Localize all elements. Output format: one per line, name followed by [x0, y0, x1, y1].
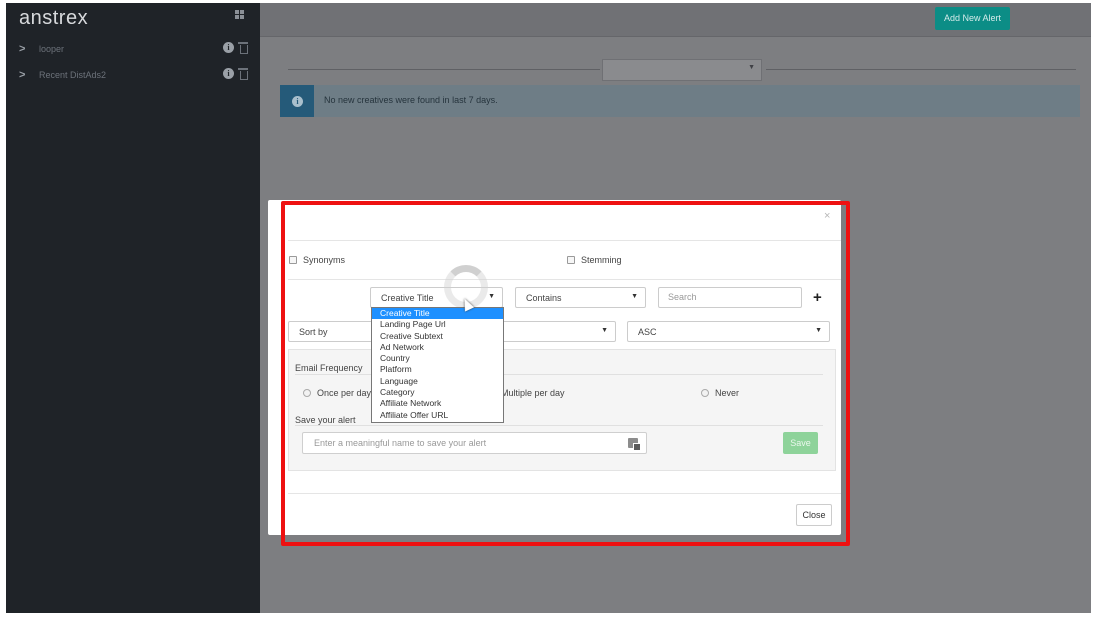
caret-down-icon: ▼ — [815, 327, 822, 334]
email-frequency-title: Email Frequency — [295, 363, 363, 373]
dropdown-option[interactable]: Country — [372, 353, 503, 364]
info-icon[interactable]: i — [223, 42, 234, 53]
dropdown-option[interactable]: Creative Subtext — [372, 331, 503, 342]
stemming-label: Stemming — [581, 255, 622, 265]
top-bar: Add New Alert — [260, 3, 1091, 37]
sidebar: anstrex > looper i > Recent DistAds2 i — [6, 3, 260, 613]
close-icon[interactable]: × — [824, 210, 830, 222]
caret-down-icon: ▼ — [488, 293, 495, 300]
chevron-right-icon: > — [19, 43, 26, 55]
field-select-value: Creative Title — [381, 293, 434, 303]
info-icon: i — [292, 96, 303, 107]
trash-icon[interactable] — [238, 42, 248, 54]
add-new-alert-button[interactable]: Add New Alert — [935, 7, 1010, 30]
dropdown-option[interactable]: Landing Page Url — [372, 319, 503, 330]
once-per-day-label: Once per day — [317, 388, 372, 398]
stemming-checkbox[interactable] — [567, 256, 575, 264]
order-value: ASC — [638, 327, 657, 337]
order-select[interactable]: ASC ▼ — [627, 321, 830, 342]
divider — [295, 425, 823, 426]
trash-icon[interactable] — [238, 68, 248, 80]
divider — [766, 69, 1076, 70]
synonyms-checkbox[interactable] — [289, 256, 297, 264]
info-notice: i No new creatives were found in last 7 … — [280, 85, 1080, 117]
notice-icon-box: i — [280, 85, 314, 117]
operator-select-value: Contains — [526, 293, 562, 303]
notice-text: No new creatives were found in last 7 da… — [324, 95, 498, 105]
sidebar-item-looper[interactable]: > looper i — [6, 37, 260, 63]
close-button[interactable]: Close — [796, 504, 832, 526]
divider — [288, 493, 841, 494]
divider — [288, 240, 841, 241]
search-input[interactable]: Search — [658, 287, 802, 308]
caret-down-icon: ▼ — [631, 293, 638, 300]
dropdown-option[interactable]: Category — [372, 387, 503, 398]
app-window: anstrex > looper i > Recent DistAds2 i A… — [6, 3, 1091, 613]
multiple-per-day-label: Multiple per day — [501, 388, 565, 398]
sidebar-item-label: Recent DistAds2 — [39, 70, 107, 80]
add-condition-icon[interactable]: + — [813, 289, 822, 306]
caret-down-icon: ▼ — [748, 64, 755, 71]
info-icon[interactable]: i — [223, 68, 234, 79]
dropdown-option[interactable]: Ad Network — [372, 342, 503, 353]
caret-down-icon: ▼ — [601, 327, 608, 334]
operator-select[interactable]: Contains ▼ — [515, 287, 646, 308]
radio-once-per-day[interactable] — [303, 389, 311, 397]
dropdown-option[interactable]: Creative Title — [372, 308, 503, 320]
field-dropdown-list[interactable]: Creative Title Landing Page Url Creative… — [371, 307, 504, 423]
divider — [288, 279, 841, 280]
brand-logo: anstrex — [19, 7, 89, 29]
never-label: Never — [715, 388, 740, 398]
synonyms-label: Synonyms — [303, 255, 346, 265]
divider — [288, 69, 600, 70]
alert-filter-select[interactable]: ▼ — [602, 59, 762, 81]
grid-icon[interactable] — [235, 10, 244, 19]
dropdown-option[interactable]: Affiliate Network — [372, 398, 503, 409]
sort-by-value: Sort by — [299, 327, 328, 337]
save-button[interactable]: Save — [783, 432, 818, 454]
alert-name-input[interactable]: Enter a meaningful name to save your ale… — [302, 432, 647, 454]
dropdown-option[interactable]: Language — [372, 376, 503, 387]
save-alert-label: Save your alert — [295, 415, 356, 425]
chevron-right-icon: > — [19, 69, 26, 81]
keyboard-icon — [628, 438, 641, 451]
create-alert-modal: × Synonyms Stemming Creative Title ▼ Con… — [268, 200, 841, 535]
sidebar-item-label: looper — [39, 44, 65, 54]
radio-never[interactable] — [701, 389, 709, 397]
dropdown-option[interactable]: Platform — [372, 364, 503, 375]
alert-name-placeholder: Enter a meaningful name to save your ale… — [314, 438, 487, 448]
sidebar-item-recent-distads2[interactable]: > Recent DistAds2 i — [6, 63, 260, 89]
dropdown-option[interactable]: Affiliate Offer URL — [372, 410, 503, 421]
